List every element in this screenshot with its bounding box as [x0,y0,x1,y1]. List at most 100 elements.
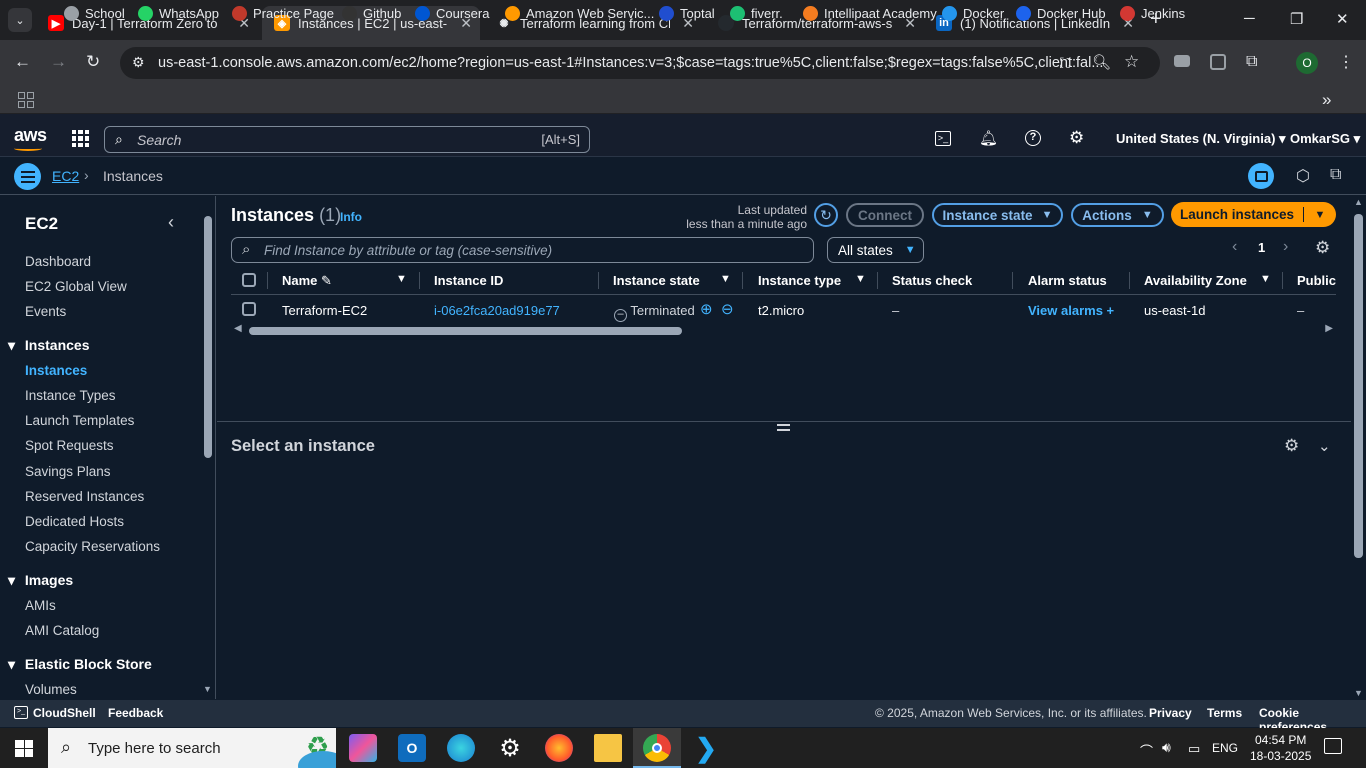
sidebar-item-launch-templates[interactable]: Launch Templates [25,413,134,428]
more-bookmarks-icon[interactable]: » [1322,90,1331,110]
windows-start-icon[interactable] [15,740,33,757]
sidebar-scroll-thumb[interactable] [204,216,212,458]
maximize-icon[interactable]: ❐ [1290,10,1303,28]
profile-avatar[interactable]: O [1296,52,1318,74]
hamburger-menu-icon[interactable] [14,163,41,190]
sidebar-item-instance-types[interactable]: Instance Types [25,388,116,403]
instance-filter-input[interactable]: ⌕ Find Instance by attribute or tag (cas… [231,237,814,263]
sidebar-item-dashboard[interactable]: Dashboard [25,254,91,269]
extensions-puzzle-icon[interactable]: ⧉ [1246,53,1257,71]
launch-instances-button[interactable]: Launch instances ▼ [1171,202,1336,227]
sidebar-item-volumes[interactable]: Volumes [25,682,77,697]
column-header-name[interactable]: Name ✎ [282,273,332,289]
settings-app-icon[interactable]: ⚙ [496,734,524,762]
browser-menu-icon[interactable]: ⋮ [1338,52,1354,72]
page-scroll-thumb[interactable] [1354,214,1363,558]
sort-caret-icon[interactable]: ▼ [396,273,407,285]
forward-icon[interactable]: → [50,52,67,72]
cloudshell-icon[interactable]: >_ [935,131,951,146]
sidebar-scroll-down-icon[interactable]: ▼ [203,684,212,694]
vscode-icon[interactable]: ❯ [692,733,720,763]
taskbar-search-input[interactable]: ⌕ Type here to search ♻ [48,728,336,768]
states-filter-select[interactable]: All states ▼ [827,237,924,263]
select-all-checkbox[interactable] [242,273,256,287]
connect-button[interactable]: Connect [846,203,924,227]
resize-handle-icon[interactable] [777,424,790,434]
clock[interactable]: 04:54 PM 18-03-2025 [1250,732,1311,764]
page-scrollbar[interactable]: ▲ ▼ [1352,196,1366,699]
sort-caret-icon[interactable]: ▼ [855,273,866,285]
zoom-in-icon[interactable]: ⊕ [700,300,713,318]
page-number[interactable]: 1 [1258,240,1265,255]
settings-gear-icon[interactable]: ⚙ [1069,128,1084,148]
help-icon[interactable]: ? [1025,130,1041,146]
next-page-icon[interactable]: › [1283,238,1288,256]
bookmark-item[interactable]: Github [342,6,401,21]
sidebar-item-events[interactable]: Events [25,304,66,319]
cloudshell-icon[interactable]: >_ [14,706,28,719]
sidebar-item-ami-catalog[interactable]: AMI Catalog [25,623,99,638]
column-header-alarm-status[interactable]: Alarm status [1028,273,1107,288]
user-menu[interactable]: OmkarSG ▾ [1290,131,1360,147]
terms-link[interactable]: Terms [1207,706,1242,720]
sidebar-item-reserved-instances[interactable]: Reserved Instances [25,489,144,504]
split-panel-settings-gear-icon[interactable]: ⚙ [1284,436,1299,456]
network-icon[interactable]: ⌒ [1140,741,1153,760]
collapse-panel-chevron-icon[interactable]: ⌄ [1318,437,1331,455]
split-panel-icon[interactable] [1248,163,1274,189]
actions-button[interactable]: Actions ▼ [1071,203,1164,227]
services-grid-icon[interactable] [72,130,89,147]
notification-center-icon[interactable] [1324,738,1342,754]
privacy-link[interactable]: Privacy [1149,706,1192,720]
column-header-availability-zone[interactable]: Availability Zone [1144,273,1247,288]
camera-extension-icon[interactable] [1174,55,1190,67]
sidebar-section-images[interactable]: ▾ Images [8,572,73,589]
sort-caret-icon[interactable]: ▼ [1260,273,1271,285]
sidebar-item-amis[interactable]: AMIs [25,598,56,613]
tab-search-chevron-icon[interactable]: ⌄ [8,8,32,32]
refresh-icon[interactable]: ↻ [814,203,838,227]
sort-caret-icon[interactable]: ▼ [720,273,731,285]
table-preferences-gear-icon[interactable]: ⚙ [1315,238,1330,258]
scroll-right-icon[interactable]: ▶ [1325,323,1333,334]
sidebar-item-spot-requests[interactable]: Spot Requests [25,438,114,453]
aws-logo[interactable]: aws [14,125,47,146]
bookmark-item[interactable]: Toptal [659,6,715,21]
minimize-icon[interactable]: ─ [1244,10,1255,27]
scroll-left-icon[interactable]: ◀ [234,323,242,334]
info-link[interactable]: Info [340,210,362,224]
column-header-public[interactable]: Public [1297,273,1336,288]
view-alarms-link[interactable]: View alarms + [1028,303,1114,318]
sidebar-item-capacity-reservations[interactable]: Capacity Reservations [25,539,160,554]
bookmark-item[interactable]: Jenkins [1120,6,1185,21]
instance-id-link[interactable]: i-06e2fca20ad919e77 [434,303,560,318]
outlook-icon[interactable]: O [398,734,426,762]
battery-icon[interactable]: ▭ [1188,741,1200,757]
column-header-instance-type[interactable]: Instance type [758,273,841,288]
bookmark-item[interactable]: Intellipaat Academy [803,6,937,21]
translate-icon[interactable]: ⛶ [1060,55,1070,72]
feedback-link[interactable]: Feedback [108,706,163,720]
extension-icon[interactable] [1210,54,1226,70]
instance-state-button[interactable]: Instance state ▼ [932,203,1063,227]
table-horizontal-scrollbar[interactable]: ◀ ▶ [231,323,1336,337]
copilot-icon[interactable] [349,734,377,762]
scroll-up-icon[interactable]: ▲ [1354,197,1363,207]
sidebar-section-instances[interactable]: ▾ Instances [8,337,90,354]
volume-icon[interactable]: 🔊︎ [1162,739,1171,756]
breadcrumb-ec2-link[interactable]: EC2 [52,168,79,184]
sidebar-item-savings-plans[interactable]: Savings Plans [25,464,111,479]
sidebar-section-ebs[interactable]: ▾ Elastic Block Store [8,656,152,673]
bookmark-star-icon[interactable]: ☆ [1124,52,1139,72]
zoom-out-icon[interactable]: ⊖ [721,300,734,318]
sidebar-item-instances[interactable]: Instances [25,363,87,378]
site-settings-icon[interactable]: ⚙ [132,54,145,71]
firefox-icon[interactable] [545,734,573,762]
apps-grid-icon[interactable] [18,92,34,108]
cloudshell-link[interactable]: CloudShell [33,706,96,720]
language-indicator[interactable]: ENG [1212,741,1238,755]
scroll-down-icon[interactable]: ▼ [1354,688,1363,698]
bookmark-item[interactable]: School [64,6,125,21]
bookmark-item[interactable]: WhatsApp [138,6,219,21]
tools-panel-icon[interactable]: ⧉ [1330,166,1341,184]
